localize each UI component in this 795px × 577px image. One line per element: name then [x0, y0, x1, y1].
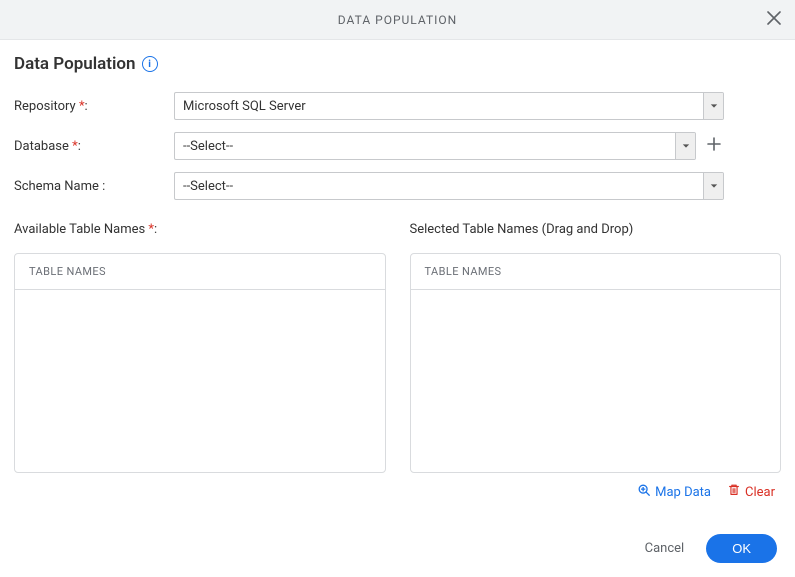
- dialog-header: DATA POPULATION: [0, 0, 795, 40]
- page-title: Data Population: [14, 54, 136, 74]
- tables-section: Available Table Names *: TABLE NAMES Sel…: [14, 222, 781, 473]
- available-tables-title: Available Table Names *:: [14, 222, 386, 237]
- selected-tables-col: Selected Table Names (Drag and Drop) TAB…: [410, 222, 782, 473]
- close-button[interactable]: [763, 9, 785, 31]
- repository-value: Microsoft SQL Server: [175, 93, 703, 119]
- selected-tables-header: TABLE NAMES: [411, 254, 781, 290]
- available-tables-col: Available Table Names *: TABLE NAMES: [14, 222, 386, 473]
- map-data-button[interactable]: Map Data: [637, 483, 711, 501]
- database-label: Database *:: [14, 139, 174, 154]
- trash-icon: [727, 483, 741, 501]
- cancel-button[interactable]: Cancel: [637, 535, 693, 562]
- repository-select[interactable]: Microsoft SQL Server: [174, 92, 724, 120]
- ok-button[interactable]: OK: [706, 534, 777, 563]
- schema-row: Schema Name : --Select--: [14, 172, 781, 200]
- chevron-down-icon: [675, 133, 695, 159]
- database-row: Database *: --Select--: [14, 132, 781, 160]
- database-select[interactable]: --Select--: [174, 132, 696, 160]
- available-tables-body[interactable]: [15, 290, 385, 472]
- plus-icon: [706, 136, 722, 156]
- schema-label: Schema Name :: [14, 179, 174, 194]
- map-data-icon: [637, 483, 651, 501]
- available-tables-box[interactable]: TABLE NAMES: [14, 253, 386, 473]
- map-data-label: Map Data: [655, 485, 711, 500]
- info-icon[interactable]: i: [142, 56, 158, 72]
- repository-label: Repository *:: [14, 99, 174, 114]
- add-database-button[interactable]: [704, 136, 724, 156]
- close-icon: [767, 11, 781, 28]
- schema-select[interactable]: --Select--: [174, 172, 724, 200]
- selected-tables-body[interactable]: [411, 290, 781, 472]
- database-value: --Select--: [175, 133, 675, 159]
- clear-label: Clear: [745, 485, 775, 500]
- table-actions: Map Data Clear: [14, 483, 781, 501]
- clear-button[interactable]: Clear: [727, 483, 775, 501]
- repository-row: Repository *: Microsoft SQL Server: [14, 92, 781, 120]
- dialog-body: Data Population i Repository *: Microsof…: [0, 40, 795, 501]
- selected-tables-box[interactable]: TABLE NAMES: [410, 253, 782, 473]
- selected-tables-title: Selected Table Names (Drag and Drop): [410, 222, 782, 237]
- dialog-title: DATA POPULATION: [338, 13, 457, 27]
- schema-value: --Select--: [175, 173, 703, 199]
- page-title-row: Data Population i: [14, 54, 781, 74]
- available-tables-header: TABLE NAMES: [15, 254, 385, 290]
- chevron-down-icon: [703, 93, 723, 119]
- dialog-footer: Cancel OK: [637, 534, 777, 563]
- chevron-down-icon: [703, 173, 723, 199]
